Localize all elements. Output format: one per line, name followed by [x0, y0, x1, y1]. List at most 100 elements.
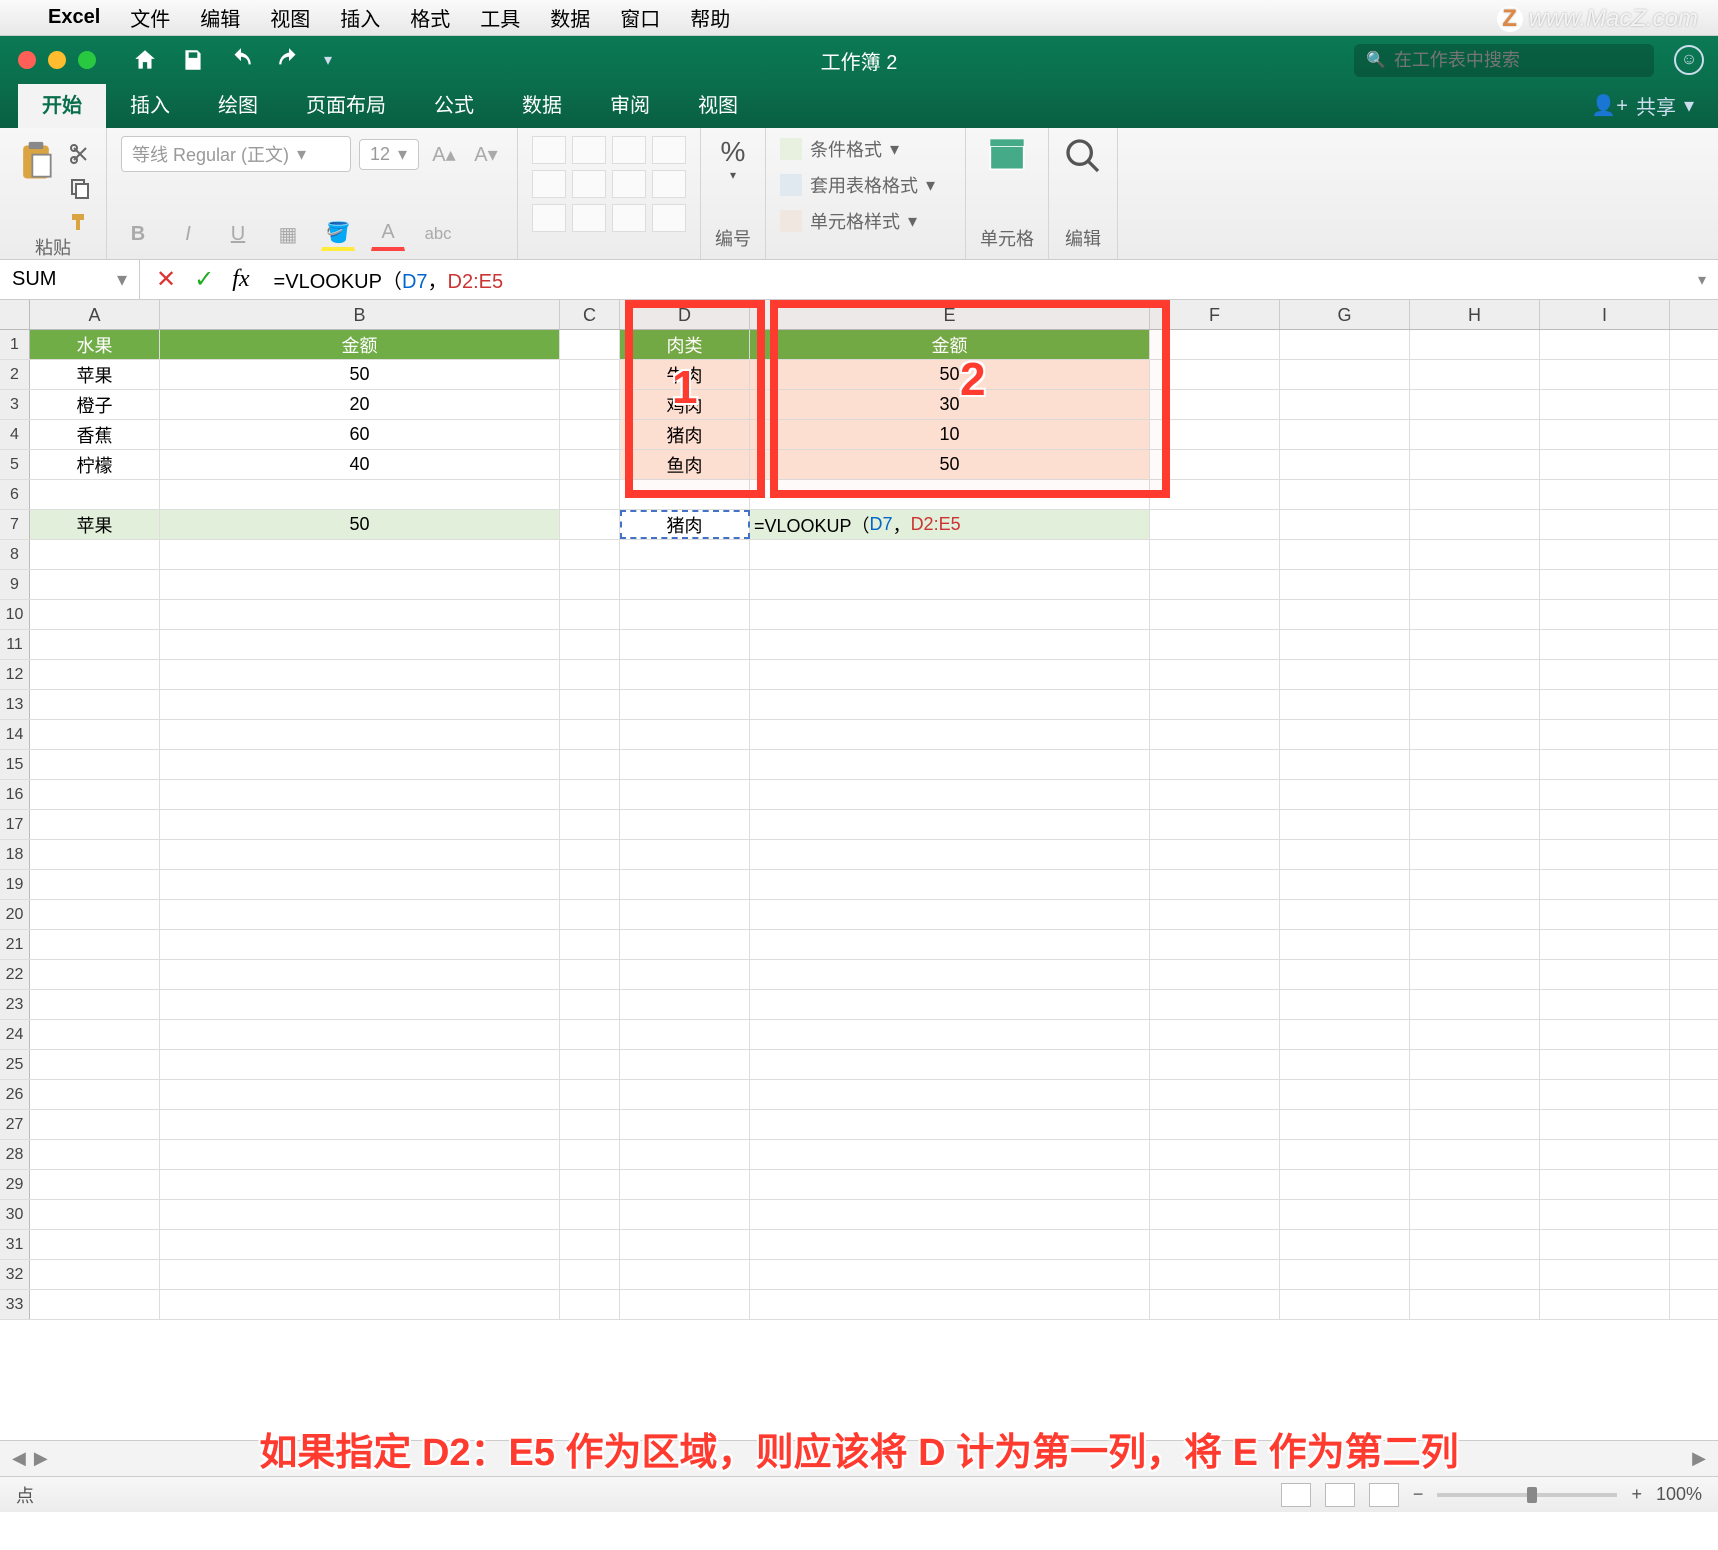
col-C[interactable]: C [560, 300, 620, 329]
rowhead-2[interactable]: 2 [0, 360, 30, 389]
cell-B24[interactable] [160, 1020, 560, 1049]
cell-A14[interactable] [30, 720, 160, 749]
col-B[interactable]: B [160, 300, 560, 329]
cell-E26[interactable] [750, 1080, 1150, 1109]
indent-dec-icon[interactable] [532, 204, 566, 232]
cell-E30[interactable] [750, 1200, 1150, 1229]
cell-E29[interactable] [750, 1170, 1150, 1199]
cell-G29[interactable] [1280, 1170, 1410, 1199]
cell-H3[interactable] [1410, 390, 1540, 419]
cell-H21[interactable] [1410, 930, 1540, 959]
cell-G3[interactable] [1280, 390, 1410, 419]
cell-G14[interactable] [1280, 720, 1410, 749]
cell-I14[interactable] [1540, 720, 1670, 749]
cell-B16[interactable] [160, 780, 560, 809]
cell-D16[interactable] [620, 780, 750, 809]
cell-E13[interactable] [750, 690, 1150, 719]
col-F[interactable]: F [1150, 300, 1280, 329]
menu-view[interactable]: 视图 [270, 3, 310, 32]
cell-B14[interactable] [160, 720, 560, 749]
cell-A15[interactable] [30, 750, 160, 779]
cell-C21[interactable] [560, 930, 620, 959]
cell-G5[interactable] [1280, 450, 1410, 479]
cell-H22[interactable] [1410, 960, 1540, 989]
cell-E10[interactable] [750, 600, 1150, 629]
cell-D17[interactable] [620, 810, 750, 839]
cell-G18[interactable] [1280, 840, 1410, 869]
cell-H12[interactable] [1410, 660, 1540, 689]
rowhead-25[interactable]: 25 [0, 1050, 30, 1079]
cell-I29[interactable] [1540, 1170, 1670, 1199]
cell-F26[interactable] [1150, 1080, 1280, 1109]
cell-B1[interactable]: 金额 [160, 330, 560, 359]
cell-E7[interactable]: =VLOOKUP（D7，D2:E5 [750, 510, 1150, 539]
cell-A3[interactable]: 橙子 [30, 390, 160, 419]
underline-button[interactable]: U [221, 217, 255, 251]
cell-D1[interactable]: 肉类 [620, 330, 750, 359]
cell-G1[interactable] [1280, 330, 1410, 359]
cell-D19[interactable] [620, 870, 750, 899]
cell-F4[interactable] [1150, 420, 1280, 449]
rowhead-15[interactable]: 15 [0, 750, 30, 779]
cell-G33[interactable] [1280, 1290, 1410, 1319]
cell-D28[interactable] [620, 1140, 750, 1169]
cell-C20[interactable] [560, 900, 620, 929]
rowhead-16[interactable]: 16 [0, 780, 30, 809]
cell-C12[interactable] [560, 660, 620, 689]
cell-E1[interactable]: 金额 [750, 330, 1150, 359]
cell-B19[interactable] [160, 870, 560, 899]
fx-icon[interactable]: fx [232, 266, 249, 293]
cell-D25[interactable] [620, 1050, 750, 1079]
cell-H24[interactable] [1410, 1020, 1540, 1049]
app-name[interactable]: Excel [48, 6, 100, 29]
col-G[interactable]: G [1280, 300, 1410, 329]
cell-B28[interactable] [160, 1140, 560, 1169]
cell-G23[interactable] [1280, 990, 1410, 1019]
cell-F22[interactable] [1150, 960, 1280, 989]
rowhead-23[interactable]: 23 [0, 990, 30, 1019]
cell-D9[interactable] [620, 570, 750, 599]
cell-C3[interactable] [560, 390, 620, 419]
cell-A19[interactable] [30, 870, 160, 899]
cell-A6[interactable] [30, 480, 160, 509]
cell-H16[interactable] [1410, 780, 1540, 809]
cell-A7[interactable]: 苹果 [30, 510, 160, 539]
cell-G16[interactable] [1280, 780, 1410, 809]
cell-E9[interactable] [750, 570, 1150, 599]
cell-I5[interactable] [1540, 450, 1670, 479]
rowhead-21[interactable]: 21 [0, 930, 30, 959]
cell-C14[interactable] [560, 720, 620, 749]
cell-F16[interactable] [1150, 780, 1280, 809]
phonetic-button[interactable]: abc [421, 217, 455, 251]
cell-E27[interactable] [750, 1110, 1150, 1139]
cell-E21[interactable] [750, 930, 1150, 959]
cell-I10[interactable] [1540, 600, 1670, 629]
rowhead-19[interactable]: 19 [0, 870, 30, 899]
cell-B21[interactable] [160, 930, 560, 959]
col-E[interactable]: E [750, 300, 1150, 329]
cell-G13[interactable] [1280, 690, 1410, 719]
cell-C25[interactable] [560, 1050, 620, 1079]
cell-D23[interactable] [620, 990, 750, 1019]
cell-A23[interactable] [30, 990, 160, 1019]
rowhead-29[interactable]: 29 [0, 1170, 30, 1199]
accept-icon[interactable]: ✓ [194, 265, 214, 294]
cell-A21[interactable] [30, 930, 160, 959]
cell-I9[interactable] [1540, 570, 1670, 599]
cell-A17[interactable] [30, 810, 160, 839]
cell-E28[interactable] [750, 1140, 1150, 1169]
cell-F14[interactable] [1150, 720, 1280, 749]
decrease-font-icon[interactable]: A▾ [469, 137, 503, 171]
cell-E18[interactable] [750, 840, 1150, 869]
cell-E8[interactable] [750, 540, 1150, 569]
cell-I7[interactable] [1540, 510, 1670, 539]
cell-I20[interactable] [1540, 900, 1670, 929]
merge-icon[interactable] [652, 170, 686, 198]
cell-G15[interactable] [1280, 750, 1410, 779]
cell-A22[interactable] [30, 960, 160, 989]
increase-font-icon[interactable]: A▴ [427, 137, 461, 171]
cut-icon[interactable] [68, 142, 92, 166]
cell-H10[interactable] [1410, 600, 1540, 629]
cell-E31[interactable] [750, 1230, 1150, 1259]
cell-G6[interactable] [1280, 480, 1410, 509]
